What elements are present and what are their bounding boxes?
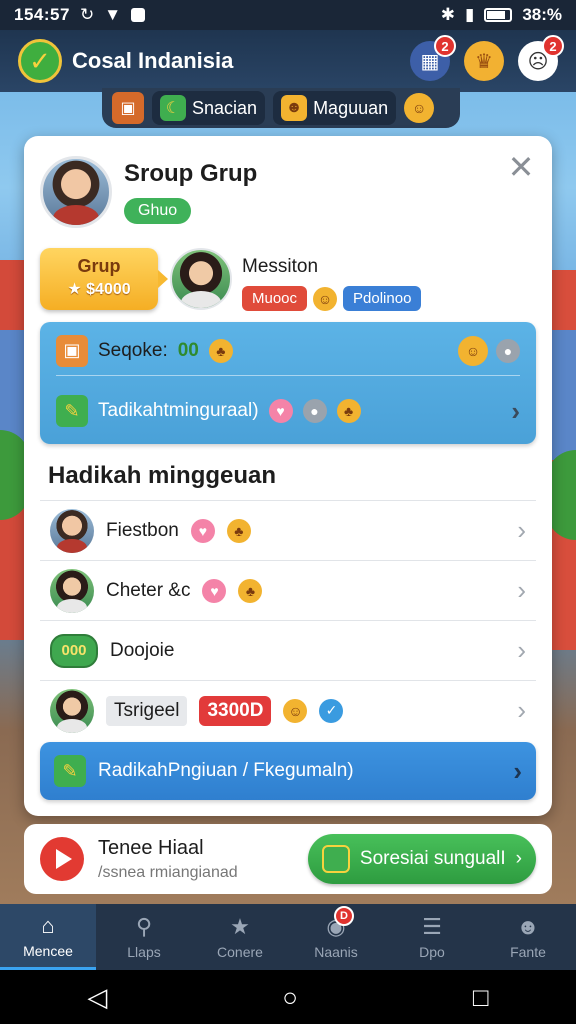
grup-button[interactable]: Grup ★ $4000	[40, 248, 168, 310]
profile-icon: ☻	[516, 914, 540, 939]
banana-icon: ☾	[160, 95, 186, 121]
panel-row-tadikah[interactable]: ✎ Tadikahtminguraal) ♥ ● ♣ ›	[56, 386, 520, 436]
fruit-icon: ♣	[226, 518, 251, 543]
member-chip-blue[interactable]: Pdolinoo	[343, 286, 422, 311]
nav-item-star[interactable]: ★ Conere	[192, 904, 288, 970]
verified-icon: ✓	[319, 698, 344, 723]
coin-icon: ●	[302, 399, 327, 423]
pencil-icon: ✎	[54, 755, 86, 787]
house-right-window	[550, 330, 576, 460]
chevron-right-icon: ›	[513, 755, 522, 786]
recents-icon[interactable]: □	[473, 982, 489, 1013]
list-item[interactable]: Tsrigeel 3300D ☺ ✓ ›	[40, 680, 536, 740]
chest-icon[interactable]: ▣	[112, 92, 144, 124]
chevron-right-icon: ›	[511, 395, 520, 426]
back-icon[interactable]: ◁	[87, 982, 107, 1013]
group-avatar	[40, 156, 112, 228]
promo-banner: Tenee Hiaal /ssnea rmiangianad Soresiai …	[24, 824, 552, 894]
heart-icon: ♥	[190, 518, 215, 543]
search-icon: ⚲	[135, 914, 153, 939]
notification-badge: 2	[542, 35, 564, 57]
section-title: Hadikah minggeuan	[48, 462, 277, 489]
status-bar: 154:57 ↻ ▼ ✱ ▮ 38:%	[0, 0, 576, 30]
notification-icon	[131, 8, 146, 22]
banner-action-button[interactable]: Soresiai sungualI ›	[307, 834, 536, 884]
member-avatar	[170, 248, 232, 310]
avatar	[50, 508, 94, 553]
check-logo-icon: ✓	[18, 39, 62, 83]
member-name: Messiton	[242, 256, 319, 277]
chevron-right-icon: ›	[517, 575, 526, 605]
list-icon: ☰	[422, 914, 442, 939]
group-name: Sroup Grup	[124, 160, 258, 187]
play-icon[interactable]	[40, 837, 84, 881]
info-panel: ▣ Seqoke: 00 ♣ ☺ ● ✎ Tadikahtminguraal) …	[40, 322, 536, 444]
chevron-right-icon: ›	[517, 515, 526, 545]
signal-icon: ▮	[464, 5, 475, 24]
face-icon[interactable]: ☹ 2	[518, 35, 564, 81]
trophy-icon[interactable]: ♛	[464, 41, 504, 81]
nav-item-profile[interactable]: ☻ Fante	[480, 904, 576, 970]
nav-item-list[interactable]: ☰ Dpo	[384, 904, 480, 970]
chevron-right-icon: ›	[517, 635, 526, 665]
fruit-icon: ♣	[238, 578, 263, 603]
group-tag[interactable]: Ghuo	[124, 198, 192, 224]
battery-percent: 38:%	[522, 5, 562, 24]
heart-icon: ♥	[202, 578, 227, 603]
helmet-icon: ☻	[281, 95, 308, 121]
avatar	[50, 688, 94, 733]
wifi-icon: ▼	[104, 5, 122, 24]
smiley-icon[interactable]: ☺	[404, 93, 435, 123]
notification-badge: 2	[434, 35, 456, 57]
home-icon: ⌂	[41, 912, 55, 938]
score-tag: 3300D	[199, 695, 272, 726]
face-emoji-icon: ☺	[283, 698, 308, 723]
fruit-icon: ♣	[336, 399, 361, 423]
star-icon: ★	[230, 914, 250, 939]
home-circle-icon[interactable]: ○	[282, 982, 298, 1013]
fruit-icon: ♣	[208, 338, 233, 363]
coin-icon: ●	[496, 338, 520, 363]
nav-item-search[interactable]: ⚲ Llaps	[96, 904, 192, 970]
list-item[interactable]: 000 Doojoie ›	[40, 620, 536, 680]
group-card: ✕ Sroup Grup Ghuo Grup ★ $4000 Messiton …	[24, 136, 552, 816]
weekly-cta-button[interactable]: ✎ RadikahPngiuan / Fkegumaln) ›	[40, 742, 536, 800]
list-item[interactable]: Cheter &c ♥ ♣ ›	[40, 560, 536, 620]
banner-subtitle: /ssnea rmiangianad	[98, 863, 238, 881]
weekly-list: Fiestbon ♥ ♣ › Cheter &c ♥ ♣ › 000 Doojo…	[40, 500, 536, 740]
avatar	[50, 568, 94, 613]
notification-badge: D	[334, 906, 354, 926]
bottom-nav: ⌂ Mencee ⚲ Llaps ★ Conere ◉ Naanis D ☰ D…	[0, 904, 576, 970]
close-button[interactable]: ✕	[506, 151, 536, 183]
smiley-icon: ☺	[458, 335, 488, 366]
banner-title: Tenee Hiaal	[98, 836, 204, 859]
chevron-right-icon: ›	[517, 695, 526, 725]
top-header: ✓ Cosal Indanisia ▦ 2 ♛ ☹ 2	[0, 30, 576, 92]
bluetooth-icon: ✱	[440, 5, 455, 24]
panel-row-seqoke[interactable]: ▣ Seqoke: 00 ♣ ☺ ●	[56, 326, 520, 376]
sync-icon: ↻	[79, 5, 95, 24]
chevron-right-icon: ›	[515, 848, 522, 869]
nav-item-chat[interactable]: ◉ Naanis D	[288, 904, 384, 970]
system-nav-bar: ◁ ○ □	[0, 970, 576, 1024]
status-time: 154:57	[14, 5, 70, 24]
nav-item-home[interactable]: ⌂ Mencee	[0, 904, 96, 970]
tab-maguuan[interactable]: ☻ Maguuan	[273, 91, 397, 125]
subtabs-bar: ▣ ☾ Snacian ☻ Maguuan ☺	[102, 88, 460, 128]
member-chip-red[interactable]: Muooc	[242, 286, 308, 311]
tab-snacian[interactable]: ☾ Snacian	[152, 91, 266, 125]
face-emoji-icon: ☺	[313, 286, 338, 311]
battery-icon	[484, 8, 513, 22]
pencil-icon: ✎	[56, 395, 88, 427]
app-title: Cosal Indanisia	[72, 48, 234, 73]
list-item[interactable]: Fiestbon ♥ ♣ ›	[40, 500, 536, 560]
pencil-icon	[321, 845, 350, 873]
layout-icon[interactable]: ▦ 2	[410, 35, 456, 81]
bag-icon: ▣	[56, 334, 88, 367]
heart-icon: ♥	[268, 399, 293, 423]
oo-badge: 000	[50, 633, 98, 668]
